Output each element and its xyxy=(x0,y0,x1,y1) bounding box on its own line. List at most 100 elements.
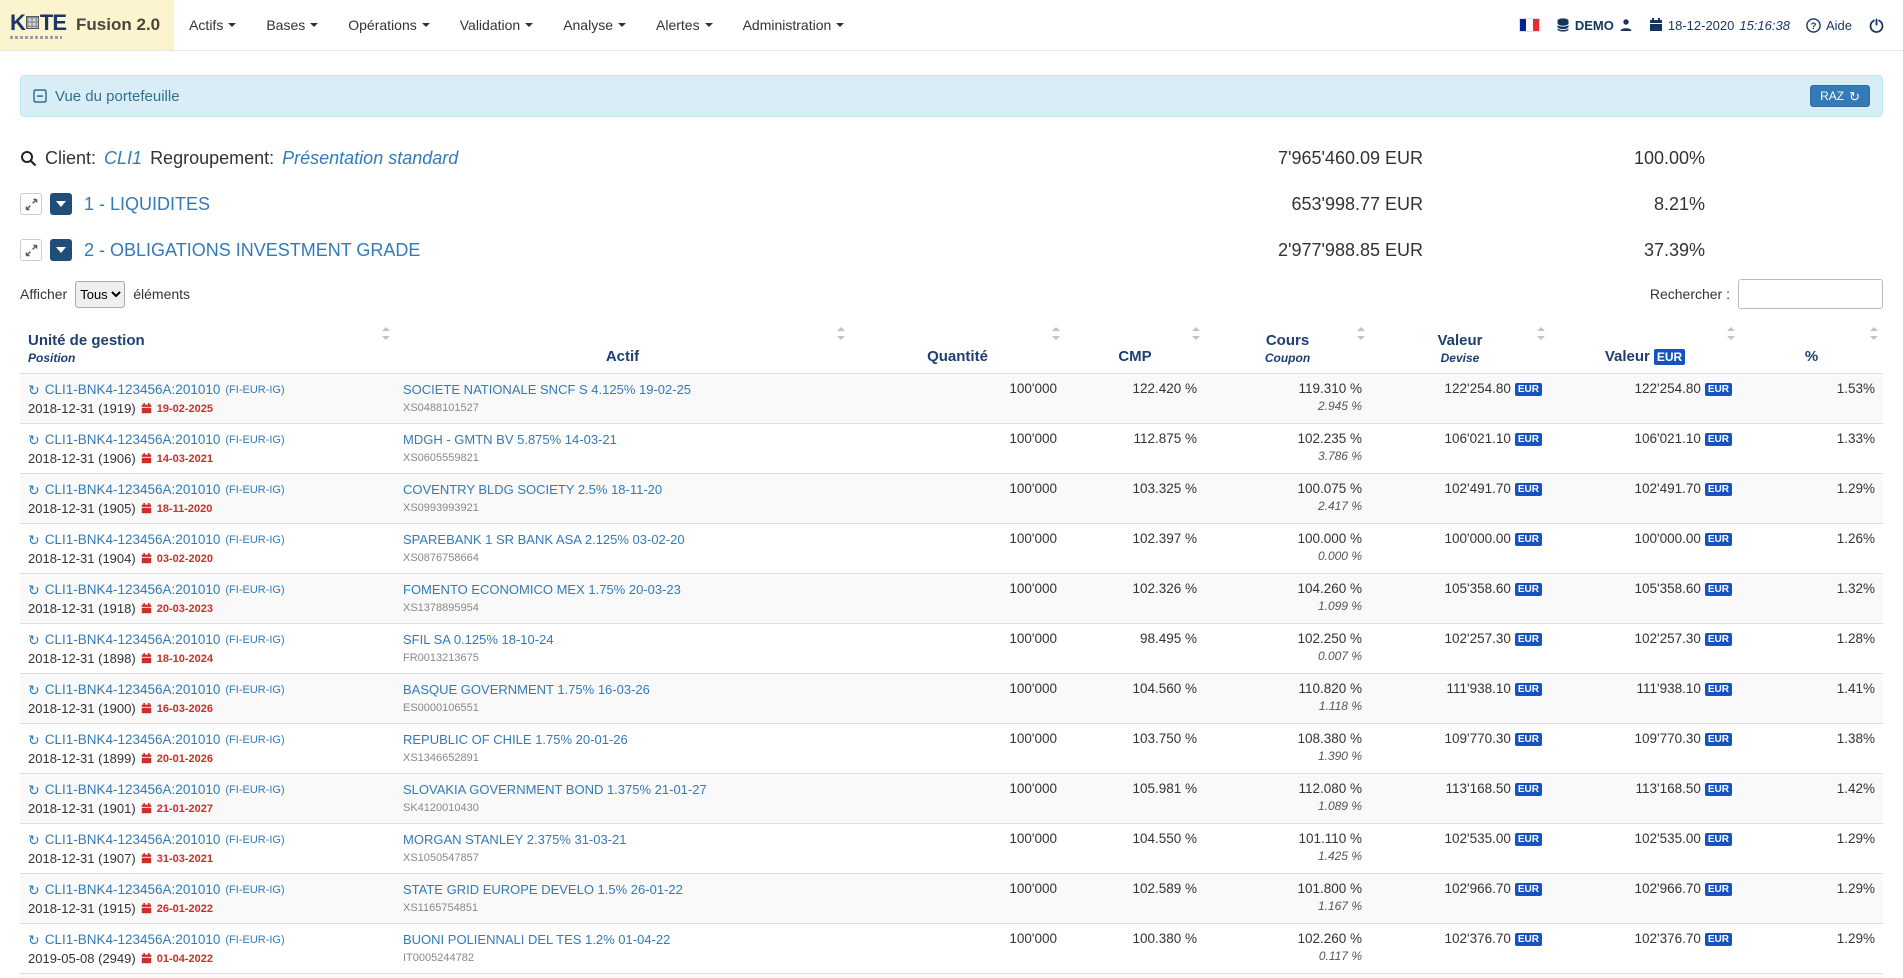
actif-link[interactable]: SLOVAKIA GOVERNMENT BOND 1.375% 21-01-27 xyxy=(403,781,842,799)
actif-link[interactable]: MORGAN STANLEY 2.375% 31-03-21 xyxy=(403,831,842,849)
isin-code: XS0993993921 xyxy=(403,501,842,516)
chevron-down-icon xyxy=(618,23,626,27)
quantity-cell: 100'000 xyxy=(850,473,1065,523)
sync-icon[interactable]: ↻ xyxy=(28,433,40,447)
maturity-date: 01-04-2022 xyxy=(157,951,213,967)
french-flag-icon[interactable] xyxy=(1519,18,1540,32)
sync-icon[interactable]: ↻ xyxy=(28,533,40,547)
cmp-cell: 112.875 % xyxy=(1065,423,1205,473)
unit-link[interactable]: CLI1-BNK4-123456A:201010 xyxy=(45,631,221,649)
sync-icon[interactable]: ↻ xyxy=(28,483,40,497)
menu-item[interactable]: Administration xyxy=(728,0,860,50)
price-value: 119.310 % xyxy=(1213,381,1362,396)
expand-icon[interactable] xyxy=(20,193,42,215)
client-link[interactable]: CLI1 xyxy=(104,148,142,169)
position-date: 2018-12-31 (1919) xyxy=(28,401,136,417)
col-header-cours[interactable]: Cours Coupon xyxy=(1205,317,1370,373)
col-header-valeur-devise[interactable]: Valeur Devise xyxy=(1370,317,1550,373)
col-header-quantite[interactable]: Quantité xyxy=(850,317,1065,373)
unit-link[interactable]: CLI1-BNK4-123456A:201010 xyxy=(45,731,221,749)
unit-link[interactable]: CLI1-BNK4-123456A:201010 xyxy=(45,881,221,899)
logo-grid-icon xyxy=(26,16,39,29)
col-header-cmp[interactable]: CMP xyxy=(1065,317,1205,373)
unit-link[interactable]: CLI1-BNK4-123456A:201010 xyxy=(45,681,221,699)
sort-icon[interactable] xyxy=(1357,327,1365,340)
raz-button[interactable]: RAZ ↻ xyxy=(1810,85,1870,107)
actif-link[interactable]: SFIL SA 0.125% 18-10-24 xyxy=(403,631,842,649)
actif-link[interactable]: COVENTRY BLDG SOCIETY 2.5% 18-11-20 xyxy=(403,481,842,499)
actif-link[interactable]: FOMENTO ECONOMICO MEX 1.75% 20-03-23 xyxy=(403,581,842,599)
page-length-select[interactable]: Tous xyxy=(75,281,125,308)
sync-icon[interactable]: ↻ xyxy=(28,633,40,647)
actif-link[interactable]: SOCIETE NATIONALE SNCF S 4.125% 19-02-25 xyxy=(403,381,842,399)
percent-cell: 1.53% xyxy=(1740,373,1883,423)
col-header-actif[interactable]: Actif xyxy=(395,317,850,373)
search-input[interactable] xyxy=(1738,279,1883,309)
quantity-cell: 100'000 xyxy=(850,823,1065,873)
menu-item[interactable]: Opérations xyxy=(333,0,444,50)
sync-icon[interactable]: ↻ xyxy=(28,933,40,947)
col-header-unite[interactable]: Unité de gestion Position xyxy=(20,317,395,373)
currency-badge: EUR xyxy=(1705,433,1732,446)
sync-icon[interactable]: ↻ xyxy=(28,683,40,697)
currency-badge: EUR xyxy=(1705,933,1732,946)
position-date: 2018-12-31 (1907) xyxy=(28,851,136,867)
sort-icon[interactable] xyxy=(837,327,845,340)
actif-link[interactable]: BASQUE GOVERNMENT 1.75% 16-03-26 xyxy=(403,681,842,699)
regroupement-link[interactable]: Présentation standard xyxy=(282,148,458,169)
menu-item[interactable]: Validation xyxy=(445,0,548,50)
user-menu[interactable]: DEMO xyxy=(1556,18,1633,33)
cmp-cell: 104.560 % xyxy=(1065,673,1205,723)
group-link[interactable]: 2 - OBLIGATIONS INVESTMENT GRADE xyxy=(84,240,420,261)
value-eur: 102'491.70 xyxy=(1634,481,1700,496)
actif-link[interactable]: SPAREBANK 1 SR BANK ASA 2.125% 03-02-20 xyxy=(403,531,842,549)
sync-icon[interactable]: ↻ xyxy=(28,833,40,847)
help-menu[interactable]: ? Aide xyxy=(1806,18,1852,33)
coupon-value: 1.089 % xyxy=(1213,799,1362,813)
expand-icon[interactable] xyxy=(20,239,42,261)
sync-icon[interactable]: ↻ xyxy=(28,383,40,397)
menu-item[interactable]: Actifs xyxy=(174,0,251,50)
sync-icon[interactable]: ↻ xyxy=(28,733,40,747)
unit-link[interactable]: CLI1-BNK4-123456A:201010 xyxy=(45,831,221,849)
col-header-percent[interactable]: % xyxy=(1740,317,1883,373)
power-icon[interactable] xyxy=(1868,17,1885,34)
menu-item[interactable]: Alertes xyxy=(641,0,728,50)
menu-item[interactable]: Bases xyxy=(251,0,333,50)
sort-icon[interactable] xyxy=(1192,327,1200,340)
price-value: 104.260 % xyxy=(1213,581,1362,596)
positions-table: Unité de gestion Position Actif Quantité… xyxy=(20,317,1883,978)
price-value: 100.075 % xyxy=(1213,481,1362,496)
calendar-red-icon xyxy=(141,403,152,414)
sort-icon[interactable] xyxy=(1052,327,1060,340)
calendar-red-icon xyxy=(141,553,152,564)
actif-link[interactable]: BUONI POLIENNALI DEL TES 1.2% 01-04-22 xyxy=(403,931,842,949)
unit-link[interactable]: CLI1-BNK4-123456A:201010 xyxy=(45,781,221,799)
unit-link[interactable]: CLI1-BNK4-123456A:201010 xyxy=(45,481,221,499)
sort-icon[interactable] xyxy=(1727,327,1735,340)
sort-icon[interactable] xyxy=(1870,327,1878,340)
sync-icon[interactable]: ↻ xyxy=(28,583,40,597)
collapse-group-icon[interactable] xyxy=(50,239,72,261)
actif-link[interactable]: REPUBLIC OF CHILE 1.75% 20-01-26 xyxy=(403,731,842,749)
actif-link[interactable]: MDGH - GMTN BV 5.875% 14-03-21 xyxy=(403,431,842,449)
unit-link[interactable]: CLI1-BNK4-123456A:201010 xyxy=(45,581,221,599)
unit-link[interactable]: CLI1-BNK4-123456A:201010 xyxy=(45,931,221,949)
value-devise: 105'358.60 xyxy=(1444,581,1510,596)
collapse-icon[interactable] xyxy=(33,89,47,103)
currency-badge: EUR xyxy=(1515,683,1542,696)
collapse-group-icon[interactable] xyxy=(50,193,72,215)
help-icon: ? xyxy=(1806,18,1821,33)
sort-icon[interactable] xyxy=(1537,327,1545,340)
unit-link[interactable]: CLI1-BNK4-123456A:201010 xyxy=(45,381,221,399)
quantity-cell: 100'000 xyxy=(850,673,1065,723)
sort-icon[interactable] xyxy=(382,327,390,340)
sync-icon[interactable]: ↻ xyxy=(28,883,40,897)
col-header-valeur-eur[interactable]: ValeurEUR xyxy=(1550,317,1740,373)
sync-icon[interactable]: ↻ xyxy=(28,783,40,797)
unit-link[interactable]: CLI1-BNK4-123456A:201010 xyxy=(45,431,221,449)
menu-item[interactable]: Analyse xyxy=(548,0,641,50)
group-link[interactable]: 1 - LIQUIDITES xyxy=(84,194,210,215)
actif-link[interactable]: STATE GRID EUROPE DEVELO 1.5% 26-01-22 xyxy=(403,881,842,899)
unit-link[interactable]: CLI1-BNK4-123456A:201010 xyxy=(45,531,221,549)
